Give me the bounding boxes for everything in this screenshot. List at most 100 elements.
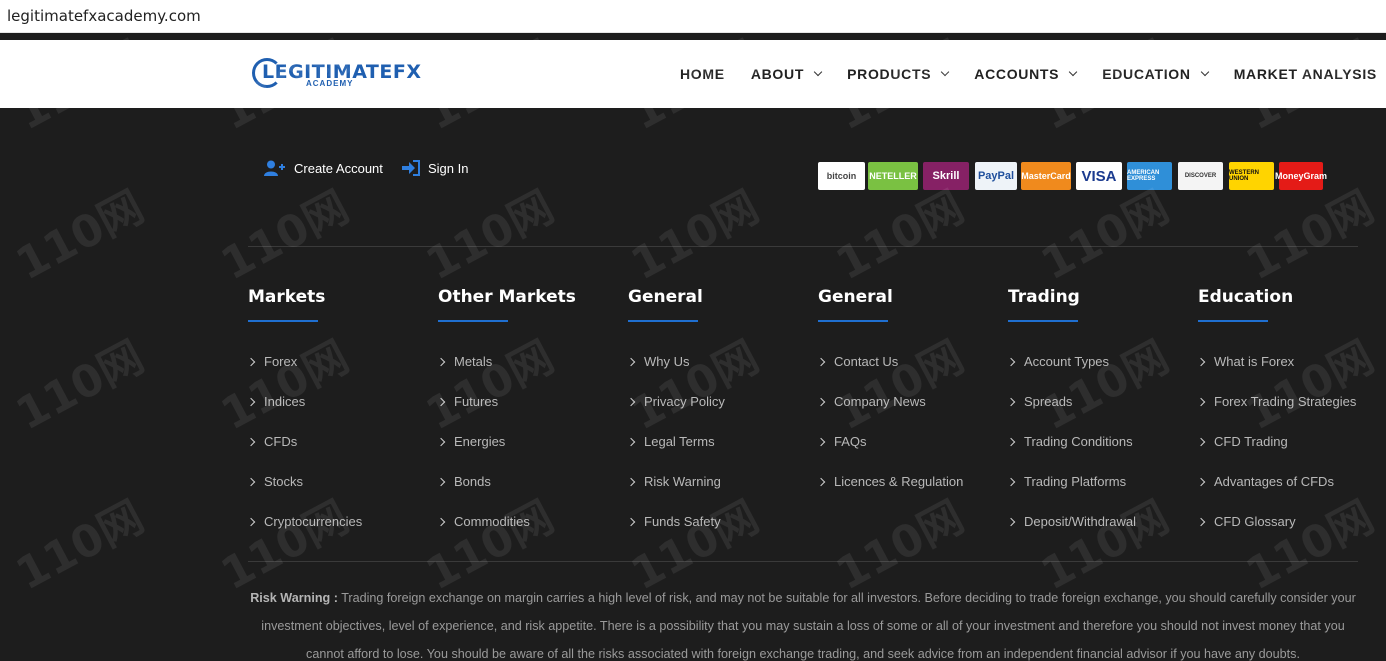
footer-link[interactable]: Bonds — [436, 474, 618, 514]
nav-label: ACCOUNTS — [974, 66, 1060, 82]
footer-link[interactable]: Advantages of CFDs — [1196, 474, 1378, 514]
chevron-right-icon — [816, 357, 826, 367]
payment-logo-neteller: NETELLER — [868, 162, 918, 190]
footer-link-label: Trading Conditions — [1024, 434, 1133, 449]
footer-link[interactable]: Funds Safety — [626, 514, 808, 554]
footer-link-label: Bonds — [454, 474, 491, 489]
payment-logo-moneygram: MoneyGram — [1275, 162, 1327, 190]
footer-link[interactable]: FAQs — [816, 434, 998, 474]
chevron-right-icon — [1196, 437, 1206, 447]
column-heading: Markets — [248, 287, 326, 307]
watermark: 110网 — [8, 331, 152, 441]
footer-link[interactable]: Privacy Policy — [626, 394, 808, 434]
heading-underline — [438, 320, 508, 322]
divider-top — [248, 246, 1358, 247]
footer-link-label: Company News — [834, 394, 926, 409]
nav-products[interactable]: PRODUCTS — [847, 66, 950, 82]
nav-label: HOME — [680, 66, 725, 82]
risk-warning: Risk Warning : Trading foreign exchange … — [248, 584, 1358, 661]
footer-link-label: CFD Trading — [1214, 434, 1288, 449]
footer-link[interactable]: Stocks — [246, 474, 428, 514]
link-list: What is Forex Forex Trading Strategies CFD… — [1196, 354, 1378, 554]
chevron-right-icon — [436, 477, 446, 487]
footer-link[interactable]: What is Forex — [1196, 354, 1378, 394]
footer-link-label: Forex — [264, 354, 298, 369]
chevron-right-icon — [1196, 397, 1206, 407]
footer-link[interactable]: CFD Trading — [1196, 434, 1378, 474]
add-user-icon — [264, 160, 285, 176]
chevron-right-icon — [436, 517, 446, 527]
url-text: legitimatefxacademy.com — [7, 7, 201, 25]
nav-label: MARKET ANALYSIS — [1233, 66, 1377, 82]
chevron-right-icon — [436, 357, 446, 367]
footer-link[interactable]: Trading Platforms — [1006, 474, 1188, 514]
footer-link[interactable]: Cryptocurrencies — [246, 514, 428, 554]
footer-column-markets: Markets Forex Indices CFDs Stocks Cryptocurre… — [246, 287, 428, 554]
footer-link[interactable]: Trading Conditions — [1006, 434, 1188, 474]
footer-link[interactable]: Deposit/Withdrawal — [1006, 514, 1188, 554]
heading-underline — [248, 320, 318, 322]
risk-warning-line-1: Trading foreign exchange on margin carri… — [341, 591, 1356, 605]
chevron-down-icon — [1068, 67, 1078, 77]
chevron-down-icon — [1200, 67, 1209, 77]
create-account-link[interactable]: Create Account — [264, 160, 383, 176]
nav-home[interactable]: HOME — [680, 66, 725, 82]
column-heading: Trading — [1008, 287, 1080, 307]
footer-link[interactable]: Indices — [246, 394, 428, 434]
footer-link-label: CFD Glossary — [1214, 514, 1296, 529]
link-list: Forex Indices CFDs Stocks Cryptocurrencies — [246, 354, 428, 554]
footer-link-label: Licences & Regulation — [834, 474, 964, 489]
watermark: 110网 — [623, 181, 767, 291]
address-bar[interactable]: legitimatefxacademy.com — [0, 0, 1386, 33]
risk-warning-label: Risk Warning : — [250, 591, 338, 605]
chevron-right-icon — [816, 397, 826, 407]
chevron-right-icon — [1006, 477, 1016, 487]
footer-link[interactable]: Energies — [436, 434, 618, 474]
column-heading: General — [628, 287, 703, 307]
footer-link-label: FAQs — [834, 434, 867, 449]
footer-link[interactable]: Metals — [436, 354, 618, 394]
payment-logo-mastercard: MasterCard — [1021, 162, 1071, 190]
chevron-right-icon — [246, 397, 256, 407]
nav-market-analysis[interactable]: MARKET ANALYSIS — [1234, 66, 1386, 82]
nav-label: PRODUCTS — [847, 66, 932, 82]
watermark: 110网 — [8, 491, 152, 601]
sign-in-icon — [402, 160, 420, 176]
footer-link[interactable]: Contact Us — [816, 354, 998, 394]
footer-link[interactable]: Futures — [436, 394, 618, 434]
sign-in-label: Sign In — [428, 160, 469, 176]
footer-link[interactable]: Company News — [816, 394, 998, 434]
footer-link-label: Legal Terms — [644, 434, 715, 449]
footer-link[interactable]: Forex — [246, 354, 428, 394]
divider-bottom — [248, 561, 1358, 562]
footer-link[interactable]: Forex Trading Strategies — [1196, 394, 1378, 434]
heading-underline — [818, 320, 888, 322]
footer-link[interactable]: Why Us — [626, 354, 808, 394]
footer-column-other-markets: Other Markets Metals Futures Energies Bonds C… — [436, 287, 618, 554]
footer-column-trading: Trading Account Types Spreads Trading Condi… — [1006, 287, 1188, 554]
footer-link[interactable]: Legal Terms — [626, 434, 808, 474]
footer-link[interactable]: Licences & Regulation — [816, 474, 998, 514]
payment-logo-paypal: PayPal — [975, 162, 1017, 190]
chevron-right-icon — [626, 357, 636, 367]
footer-link-label: What is Forex — [1214, 354, 1295, 369]
chevron-down-icon — [813, 67, 823, 77]
footer-link-label: Commodities — [454, 514, 530, 529]
payment-logo-discover: DISCOVER — [1178, 162, 1223, 190]
footer-link[interactable]: CFDs — [246, 434, 428, 474]
footer-link[interactable]: CFD Glossary — [1196, 514, 1378, 554]
nav-accounts[interactable]: ACCOUNTS — [974, 66, 1078, 82]
payment-logo-amex: AMERICAN EXPRESS — [1127, 162, 1172, 190]
footer-link[interactable]: Commodities — [436, 514, 618, 554]
nav-label: EDUCATION — [1102, 66, 1191, 82]
footer-link-label: Deposit/Withdrawal — [1024, 514, 1136, 529]
footer-link-label: Metals — [454, 354, 493, 369]
footer-link[interactable]: Risk Warning — [626, 474, 808, 514]
footer-column-general: General Contact Us Company News FAQs Licence… — [816, 287, 998, 514]
sign-in-link[interactable]: Sign In — [402, 160, 468, 176]
footer-link[interactable]: Spreads — [1006, 394, 1188, 434]
nav-about[interactable]: ABOUT — [751, 66, 823, 82]
link-list: Metals Futures Energies Bonds Commodities — [436, 354, 618, 554]
footer-link[interactable]: Account Types — [1006, 354, 1188, 394]
nav-education[interactable]: EDUCATION — [1102, 66, 1209, 82]
